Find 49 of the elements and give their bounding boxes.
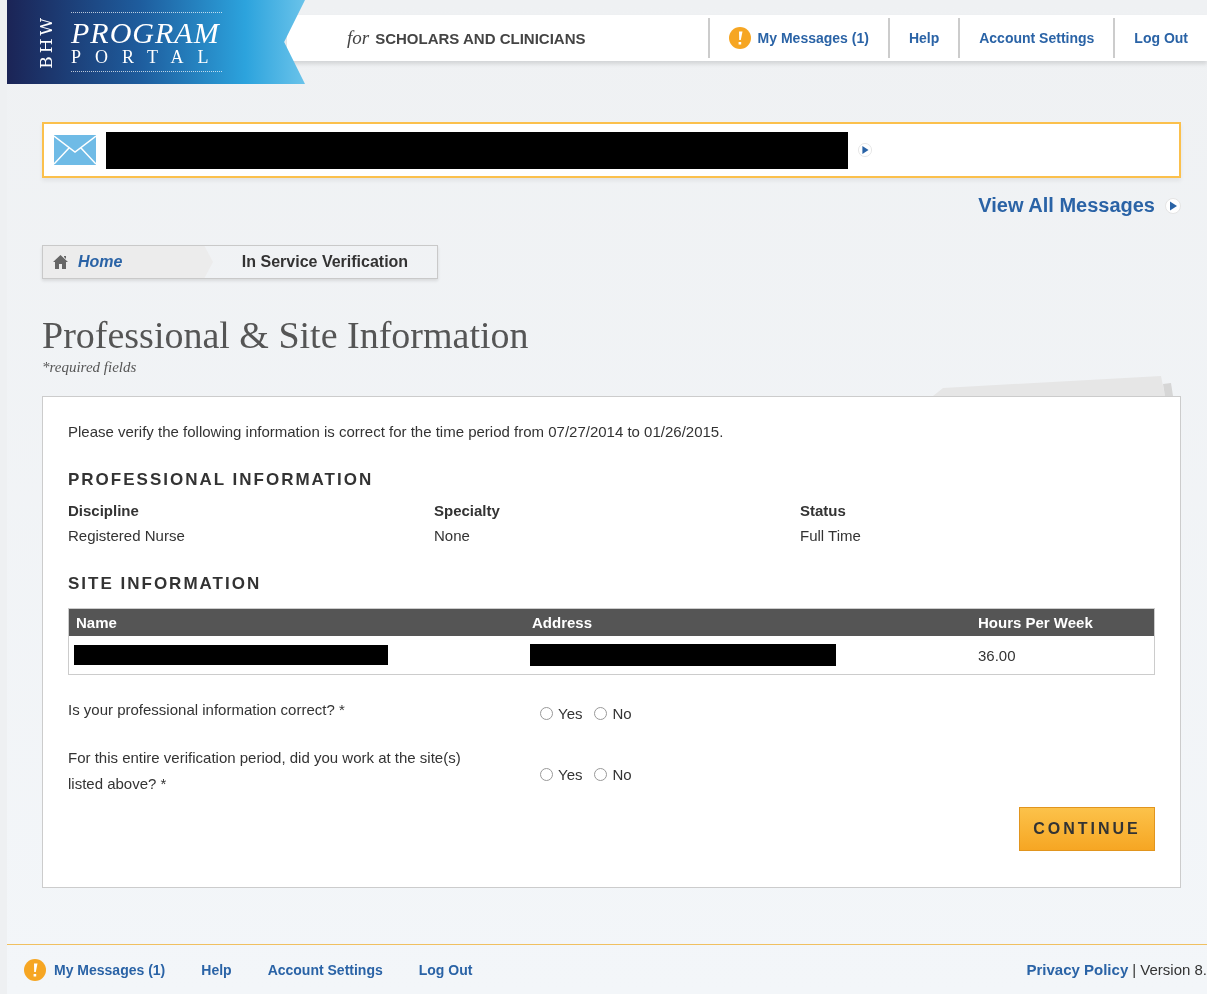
- tagline: for SCHOLARS AND CLINICIANS: [347, 27, 587, 49]
- nav-link[interactable]: Account Settings: [267, 961, 383, 978]
- breadcrumb-current: In Service Verification: [240, 252, 410, 272]
- home-icon: [53, 255, 68, 269]
- alert-icon: [24, 958, 46, 981]
- play-icon: [1165, 197, 1181, 214]
- radio-option[interactable]: Yes: [540, 752, 583, 797]
- question-text: Is your professional information correct? *: [68, 700, 346, 720]
- field-label: Specialty: [434, 502, 501, 519]
- nav-link[interactable]: Help: [201, 961, 232, 978]
- radio-option[interactable]: No: [594, 704, 632, 723]
- alert-icon: [728, 27, 751, 49]
- question-text: For this entire verification period, did you work at the site(s) listed above? *: [68, 748, 462, 794]
- field-label: Status: [800, 502, 847, 519]
- breadcrumb-home[interactable]: Home: [43, 246, 213, 278]
- logo-subtitle: PORTAL: [71, 47, 223, 67]
- nav-link[interactable]: Log Out: [1113, 18, 1207, 58]
- nav-link[interactable]: Help: [887, 18, 959, 58]
- radio-option[interactable]: Yes: [540, 704, 583, 723]
- radio-button[interactable]: [594, 707, 608, 720]
- radio-option[interactable]: No: [594, 752, 632, 797]
- version-text: | Version 8.: [1132, 961, 1207, 978]
- field-value: Full Time: [800, 527, 862, 544]
- envelope-icon: [54, 135, 96, 165]
- column-header: Name: [75, 614, 118, 631]
- section-heading: SITE INFORMATION: [68, 574, 263, 594]
- required-note: *required fields: [42, 359, 138, 376]
- table-cell-text: 36.00: [977, 646, 1017, 664]
- column-header: Address: [531, 614, 594, 631]
- logo-title: PROGRAM: [71, 19, 221, 47]
- column-header: Hours Per Week: [977, 614, 1094, 631]
- radio-button[interactable]: [594, 768, 608, 781]
- radio-button[interactable]: [540, 768, 553, 781]
- page-title: Professional & Site Information: [42, 313, 530, 357]
- privacy-policy-link[interactable]: Privacy Policy: [1026, 961, 1129, 978]
- nav-link[interactable]: Log Out: [418, 961, 473, 978]
- radio-button[interactable]: [540, 707, 553, 720]
- play-icon: [858, 143, 872, 157]
- field-value: Registered Nurse: [68, 527, 186, 544]
- section-heading: PROFESSIONAL INFORMATION: [68, 470, 375, 490]
- intro-text: Please verify the following information is correct for the time period from 07/27/2014 to 01/26/2015.: [68, 423, 725, 440]
- field-value: None: [434, 527, 471, 544]
- view-all-messages-link[interactable]: View All Messages: [978, 194, 1181, 217]
- field-label: Discipline: [68, 502, 140, 519]
- nav-link[interactable]: Account Settings: [958, 18, 1114, 58]
- logo-side-text: BHW: [35, 15, 57, 69]
- messages-link[interactable]: My Messages (1): [707, 18, 888, 58]
- messages-link[interactable]: My Messages (1): [24, 958, 166, 981]
- continue-button[interactable]: CONTINUE: [1019, 807, 1155, 851]
